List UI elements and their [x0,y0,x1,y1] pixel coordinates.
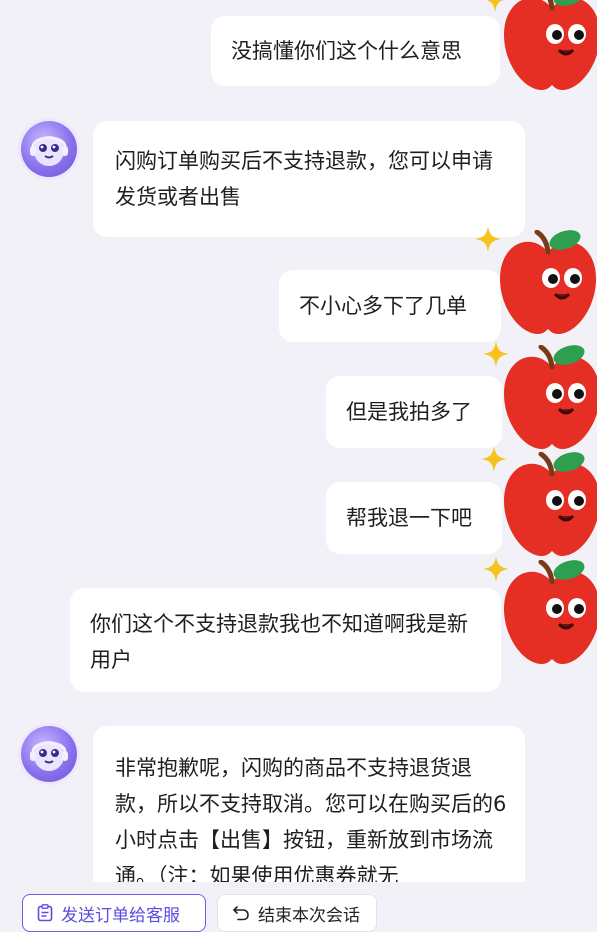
user-message-bubble: 没搞懂你们这个什么意思 [211,16,500,86]
user-message-bubble: 帮我退一下吧 [326,482,502,554]
message-text: 不小心多下了几单 [299,294,467,318]
assistant-avatar-icon [21,726,77,782]
end-session-label: 结束本次会话 [258,905,360,926]
bot-message-bubble: 闪购订单购买后不支持退款，您可以申请发货或者出售 [93,121,525,237]
message-text: 你们这个不支持退款我也不知道啊我是新用户 [90,612,468,672]
message-text: 非常抱歉呢，闪购的商品不支持退货退款，所以不支持取消。您可以在购买后的6小时点击… [115,756,507,886]
apple-mascot-icon [497,0,597,96]
apple-mascot-icon [497,452,597,562]
quick-actions-bar: 发送订单给客服 结束本次会话 [0,882,597,932]
user-message-bubble: 不小心多下了几单 [279,270,501,342]
bot-message-bubble: 非常抱歉呢，闪购的商品不支持退货退款，所以不支持取消。您可以在购买后的6小时点击… [93,726,525,886]
clipboard-icon [37,904,53,922]
message-text: 闪购订单购买后不支持退款，您可以申请发货或者出售 [115,149,493,209]
message-text: 没搞懂你们这个什么意思 [231,39,462,63]
apple-mascot-icon [493,230,597,340]
end-session-button[interactable]: 结束本次会话 [217,894,377,932]
assistant-avatar-icon [21,121,77,177]
apple-mascot-icon [497,560,597,670]
apple-mascot-icon [497,345,597,455]
send-order-button[interactable]: 发送订单给客服 [22,894,206,932]
user-message-bubble: 但是我拍多了 [326,376,502,448]
message-text: 但是我拍多了 [346,400,472,424]
return-arrow-icon [232,905,250,921]
message-text: 帮我退一下吧 [346,506,472,530]
user-message-bubble: 你们这个不支持退款我也不知道啊我是新用户 [70,588,501,692]
send-order-label: 发送订单给客服 [61,905,180,926]
